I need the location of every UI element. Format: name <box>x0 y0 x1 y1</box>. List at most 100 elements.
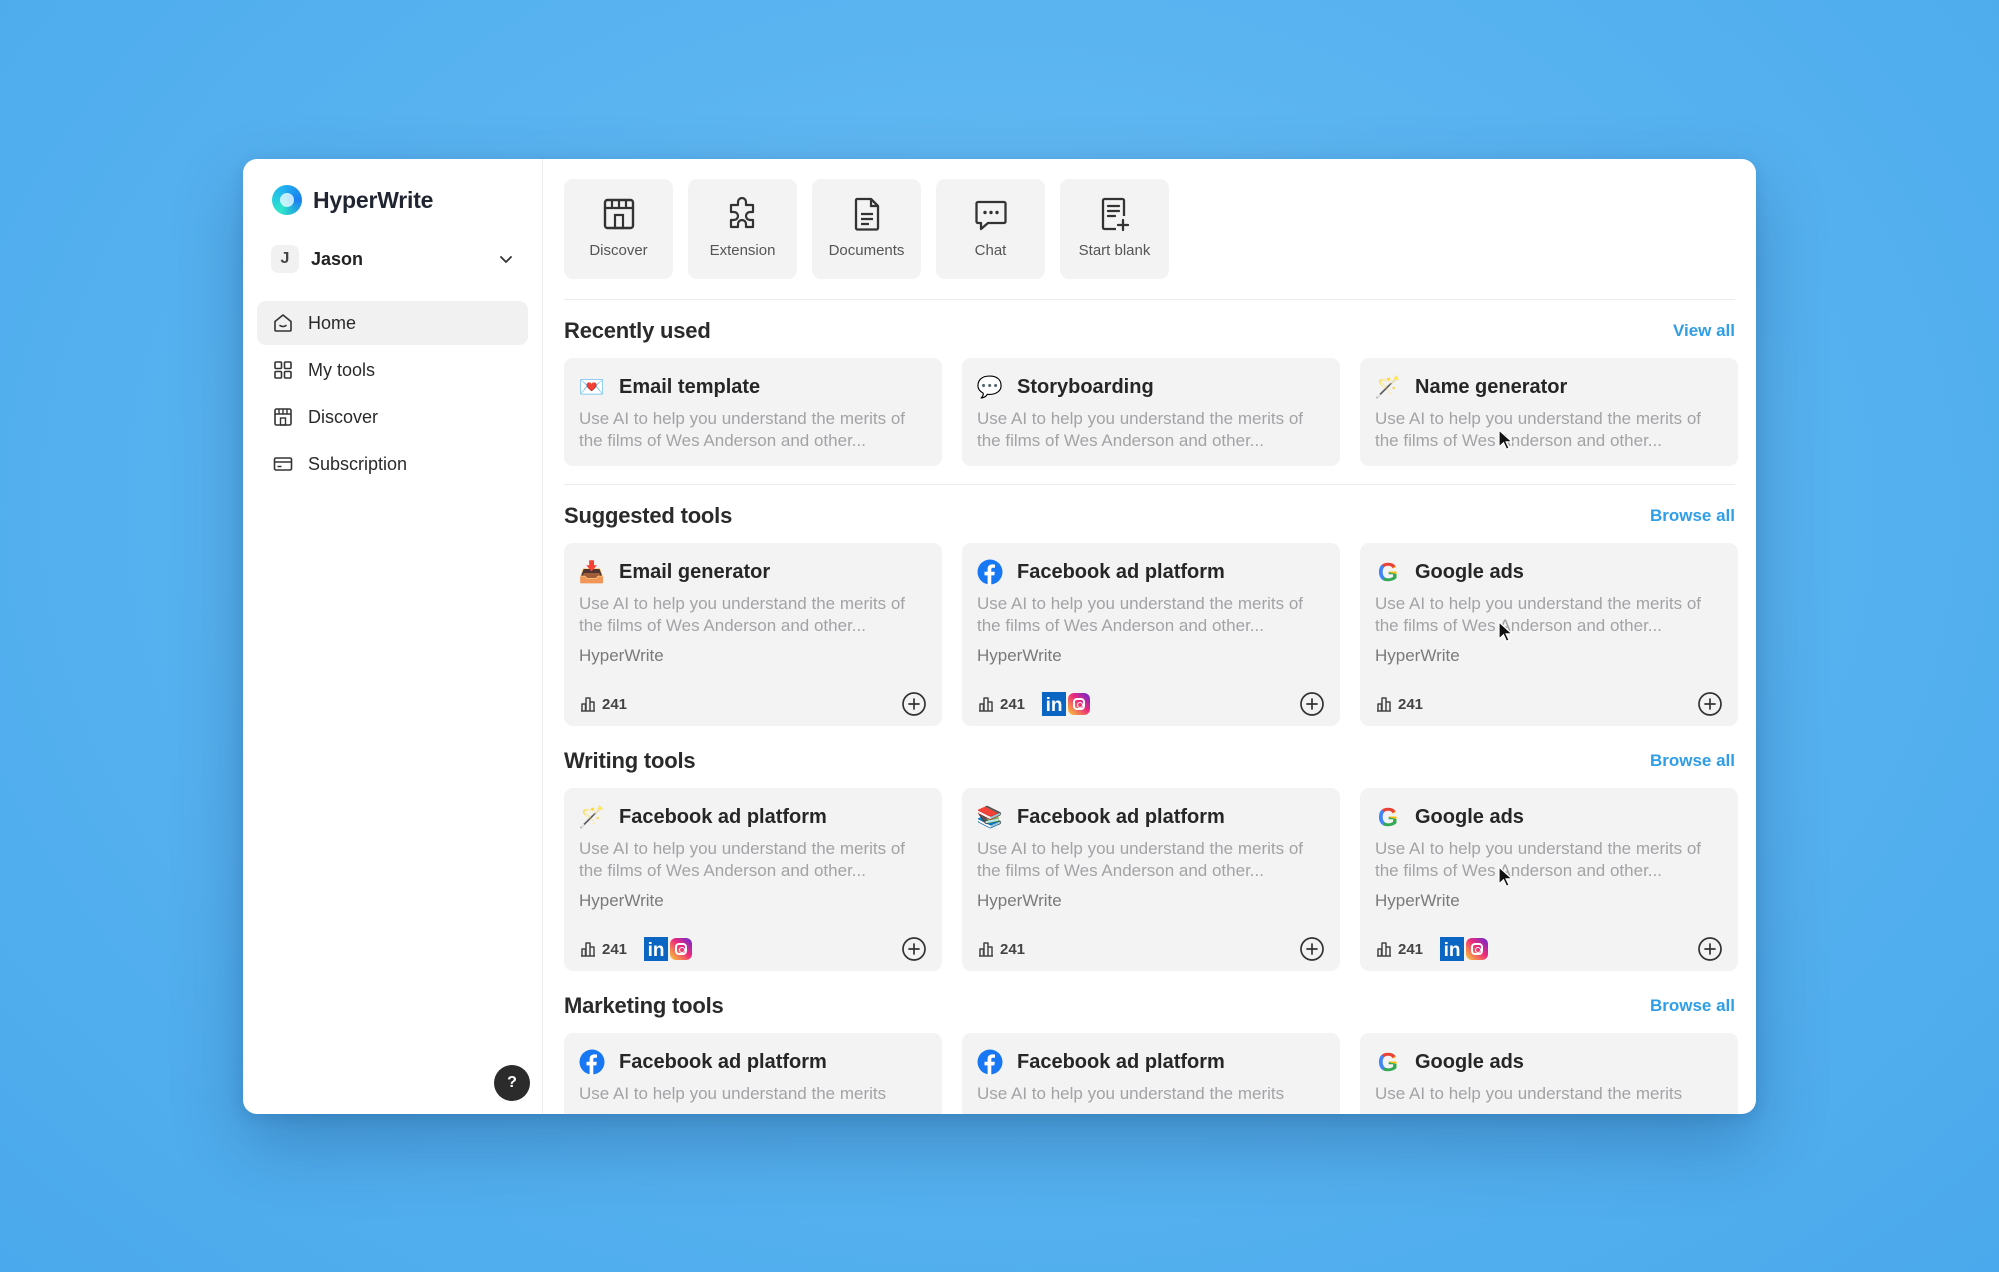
user-name: Jason <box>311 248 364 269</box>
app-window: HyperWrite J Jason Home My tools Discove… <box>243 159 1756 1114</box>
add-tool-button[interactable] <box>1697 936 1723 962</box>
bar-chart-icon <box>581 697 595 712</box>
bar-chart-icon <box>1377 942 1391 957</box>
quick-action-documents[interactable]: Documents <box>812 179 921 279</box>
card-description: Use AI to help you understand the merits… <box>977 594 1304 635</box>
chevron-down-icon[interactable] <box>498 251 514 267</box>
sidebar-item-my-tools[interactable]: My tools <box>257 348 528 392</box>
store-icon <box>272 406 294 428</box>
tool-card[interactable]: 📚 Facebook ad platform Use AI to help yo… <box>962 788 1340 971</box>
facebook-icon <box>977 559 1003 585</box>
card-title: Facebook ad platform <box>1017 805 1225 828</box>
store-icon <box>599 194 639 234</box>
tool-card[interactable]: 🪄 Name generator Use AI to help you unde… <box>1360 358 1738 466</box>
usage-stat: 241 <box>977 940 1025 958</box>
quick-action-discover[interactable]: Discover <box>564 179 673 279</box>
quick-action-label: Documents <box>828 242 905 259</box>
recently-used-section: Recently used View all 💌 Email template … <box>564 316 1738 466</box>
add-tool-button[interactable] <box>1299 691 1325 717</box>
sidebar-item-discover[interactable]: Discover <box>257 395 528 439</box>
instagram-icon <box>1466 938 1489 960</box>
tool-card[interactable]: Facebook ad platform Use AI to help you … <box>564 1033 942 1114</box>
instagram-icon <box>1068 693 1091 715</box>
google-icon: G <box>1377 802 1399 832</box>
facebook-icon <box>977 1049 1003 1075</box>
sidebar-item-label: Discover <box>308 406 379 427</box>
sidebar-item-label: Subscription <box>308 453 408 474</box>
quick-action-chat[interactable]: Chat <box>936 179 1045 279</box>
browse-all-link[interactable]: Browse all <box>1650 751 1735 771</box>
view-all-link[interactable]: View all <box>1673 321 1735 341</box>
browse-all-link[interactable]: Browse all <box>1650 506 1735 526</box>
bar-chart-icon <box>979 942 993 957</box>
card-title: Facebook ad platform <box>619 805 827 828</box>
tool-card[interactable]: 💬 Storyboarding Use AI to help you under… <box>962 358 1340 466</box>
sidebar-item-home[interactable]: Home <box>257 301 528 345</box>
card-description: Use AI to help you understand the merits <box>579 1084 887 1103</box>
card-description: Use AI to help you understand the merits… <box>1375 839 1702 880</box>
magic-wand-icon: 🪄 <box>578 805 606 829</box>
usage-count: 241 <box>1398 940 1424 958</box>
sidebar-item-label: My tools <box>308 359 376 380</box>
brand[interactable]: HyperWrite <box>257 183 528 217</box>
linkedin-icon: in <box>1042 692 1067 716</box>
tool-card[interactable]: Facebook ad platform Use AI to help you … <box>962 1033 1340 1114</box>
card-author: HyperWrite <box>1375 891 1460 910</box>
desktop-background: HyperWrite J Jason Home My tools Discove… <box>0 0 1999 1272</box>
add-tool-button[interactable] <box>901 691 927 717</box>
card-author: HyperWrite <box>1375 646 1460 665</box>
document-icon <box>847 194 887 234</box>
grid-icon <box>272 359 294 381</box>
quick-action-label: Chat <box>974 242 1007 259</box>
hyperwrite-logo-icon <box>272 185 302 215</box>
tool-card[interactable]: 📥 Email generator Use AI to help you und… <box>564 543 942 726</box>
usage-stat: 241 <box>1375 940 1423 958</box>
tool-card[interactable]: G Google ads Use AI to help you understa… <box>1360 788 1738 971</box>
tool-card[interactable]: 💌 Email template Use AI to help you unde… <box>564 358 942 466</box>
google-icon: G <box>1377 1047 1399 1077</box>
writing-tools-section: Writing tools Browse all 🪄 Facebook ad p… <box>564 746 1738 971</box>
suggested-tools-section: Suggested tools Browse all 📥 Email gener… <box>564 501 1738 726</box>
add-tool-button[interactable] <box>1299 936 1325 962</box>
brand-name: HyperWrite <box>313 186 434 213</box>
card-title: Facebook ad platform <box>619 1050 827 1073</box>
browse-all-link[interactable]: Browse all <box>1650 996 1735 1016</box>
usage-stat: 241 <box>579 940 627 958</box>
add-tool-button[interactable] <box>1697 691 1723 717</box>
card-description: Use AI to help you understand the merits… <box>977 839 1304 880</box>
section-title: Marketing tools <box>564 993 724 1018</box>
usage-stat: 241 <box>977 695 1025 713</box>
add-tool-button[interactable] <box>901 936 927 962</box>
marketing-tools-section: Marketing tools Browse all Facebook ad p… <box>564 991 1738 1114</box>
love-letter-icon: 💌 <box>578 375 606 399</box>
linkedin-icon: in <box>1440 937 1465 961</box>
quick-action-start-blank[interactable]: Start blank <box>1060 179 1169 279</box>
user-switcher[interactable]: J Jason <box>257 239 528 279</box>
card-title: Email generator <box>619 560 771 583</box>
tool-card[interactable]: G Google ads Use AI to help you understa… <box>1360 1033 1738 1114</box>
inbox-tray-icon: 📥 <box>578 560 606 584</box>
card-title: Google ads <box>1415 560 1524 583</box>
mouse-pointer-icon <box>1498 621 1514 643</box>
section-title: Writing tools <box>564 748 696 773</box>
tool-card[interactable]: Facebook ad platform Use AI to help you … <box>962 543 1340 726</box>
section-title: Recently used <box>564 318 711 343</box>
card-author: HyperWrite <box>977 646 1062 665</box>
card-description: Use AI to help you understand the merits <box>977 1084 1285 1103</box>
card-author: HyperWrite <box>977 891 1062 910</box>
tool-card[interactable]: G Google ads Use AI to help you understa… <box>1360 543 1738 726</box>
speech-bubble-icon: 💬 <box>976 375 1004 399</box>
help-button[interactable]: ? <box>494 1065 530 1101</box>
tool-card[interactable]: 🪄 Facebook ad platform Use AI to help yo… <box>564 788 942 971</box>
usage-count: 241 <box>1398 695 1424 713</box>
quick-action-extension[interactable]: Extension <box>688 179 797 279</box>
linkedin-icon: in <box>644 937 669 961</box>
card-description: Use AI to help you understand the merits… <box>1375 594 1702 635</box>
card-description: Use AI to help you understand the merits… <box>579 839 906 880</box>
avatar: J <box>271 245 299 273</box>
divider <box>564 484 1735 485</box>
usage-stat: 241 <box>579 695 627 713</box>
card-description: Use AI to help you understand the merits… <box>1375 409 1702 450</box>
card-description: Use AI to help you understand the merits… <box>977 409 1304 450</box>
sidebar-item-subscription[interactable]: Subscription <box>257 442 528 486</box>
